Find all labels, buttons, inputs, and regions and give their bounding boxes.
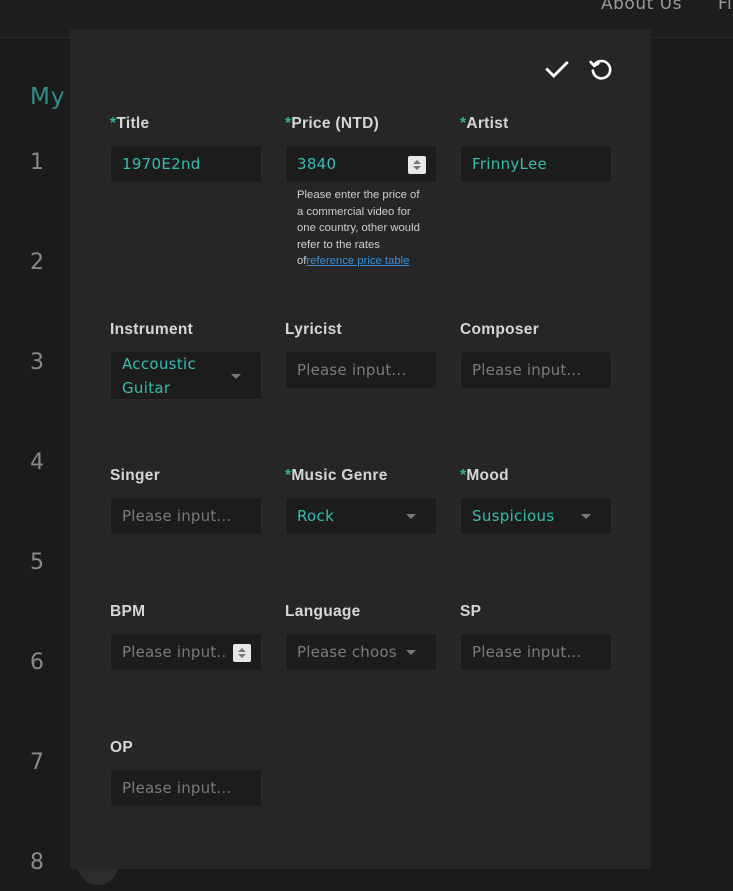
op-field: OP Please input...	[110, 738, 262, 807]
mood-select[interactable]: Suspicious	[460, 497, 612, 535]
music-genre-label: *Music Genre	[285, 467, 388, 484]
instrument-select[interactable]: Accoustic Guitar	[110, 351, 262, 400]
language-field: Language Please choose	[285, 602, 437, 671]
nav-link-about-us[interactable]: About Us	[601, 0, 682, 14]
title-label: *Title	[110, 115, 150, 132]
reset-button[interactable]	[587, 55, 615, 83]
singer-label: Singer	[110, 467, 161, 484]
confirm-button[interactable]	[543, 55, 571, 83]
price-label: *Price (NTD)	[285, 115, 380, 132]
singer-field: Singer Please input...	[110, 466, 262, 535]
chevron-down-icon	[406, 514, 416, 519]
row-number: 4	[30, 450, 44, 475]
composer-field: Composer Please input...	[460, 320, 612, 389]
lyricist-placeholder: Please input...	[297, 361, 407, 379]
bpm-field: BPM Please input...	[110, 602, 262, 671]
chevron-down-icon	[581, 514, 591, 519]
bpm-placeholder: Please input...	[122, 643, 226, 661]
mood-label: *Mood	[460, 467, 509, 484]
edit-track-modal: *Title 1970E2nd *Price (NTD) 3840 Please…	[70, 29, 651, 869]
language-select[interactable]: Please choose	[285, 633, 437, 671]
price-value: 3840	[297, 155, 337, 173]
price-hint: Please enter the price of a commercial v…	[297, 189, 420, 268]
title-value: 1970E2nd	[122, 155, 201, 173]
title-field: *Title 1970E2nd	[110, 114, 262, 183]
chevron-down-icon	[406, 650, 416, 655]
instrument-field: Instrument Accoustic Guitar	[110, 320, 262, 400]
music-genre-field: *Music Genre Rock	[285, 466, 437, 535]
row-number: 7	[30, 750, 44, 775]
language-placeholder: Please choose	[297, 643, 397, 661]
artist-input[interactable]: FrinnyLee	[460, 145, 612, 183]
music-genre-value: Rock	[297, 507, 335, 525]
mood-field: *Mood Suspicious	[460, 466, 612, 535]
check-icon	[545, 61, 569, 79]
lyricist-field: Lyricist Please input...	[285, 320, 437, 389]
row-number: 3	[30, 350, 44, 375]
op-label: OP	[110, 739, 133, 756]
reference-price-table-link[interactable]: reference price table	[306, 255, 409, 267]
singer-input[interactable]: Please input...	[110, 497, 262, 535]
page-heading: My	[30, 84, 66, 110]
bpm-input[interactable]: Please input...	[110, 633, 262, 671]
sp-field: SP Please input...	[460, 602, 612, 671]
row-number: 5	[30, 550, 44, 575]
price-input[interactable]: 3840	[285, 145, 437, 183]
lyricist-label: Lyricist	[285, 321, 342, 338]
row-number: 2	[30, 250, 44, 275]
price-field: *Price (NTD) 3840 Please enter the price…	[285, 114, 437, 270]
composer-placeholder: Please input...	[472, 361, 582, 379]
mood-value: Suspicious	[472, 507, 555, 525]
artist-field: *Artist FrinnyLee	[460, 114, 612, 183]
sp-label: SP	[460, 603, 482, 620]
instrument-label: Instrument	[110, 321, 194, 338]
nav-link-truncated[interactable]: Fi	[718, 0, 732, 14]
row-number: 8	[30, 850, 44, 875]
artist-value: FrinnyLee	[472, 155, 548, 173]
language-label: Language	[285, 603, 361, 620]
op-input[interactable]: Please input...	[110, 769, 262, 807]
op-placeholder: Please input...	[122, 779, 232, 797]
title-input[interactable]: 1970E2nd	[110, 145, 262, 183]
sp-placeholder: Please input...	[472, 643, 582, 661]
composer-label: Composer	[460, 321, 540, 338]
modal-actions	[543, 55, 615, 83]
composer-input[interactable]: Please input...	[460, 351, 612, 389]
price-stepper[interactable]	[408, 156, 426, 174]
bpm-label: BPM	[110, 603, 146, 620]
artist-label: *Artist	[460, 115, 509, 132]
refresh-icon	[589, 59, 612, 80]
row-number: 1	[30, 150, 44, 175]
row-number: 6	[30, 650, 44, 675]
singer-placeholder: Please input...	[122, 507, 232, 525]
chevron-down-icon	[231, 373, 241, 379]
bpm-stepper[interactable]	[233, 644, 251, 662]
lyricist-input[interactable]: Please input...	[285, 351, 437, 389]
music-genre-select[interactable]: Rock	[285, 497, 437, 535]
instrument-value: Accoustic Guitar	[122, 354, 196, 397]
sp-input[interactable]: Please input...	[460, 633, 612, 671]
